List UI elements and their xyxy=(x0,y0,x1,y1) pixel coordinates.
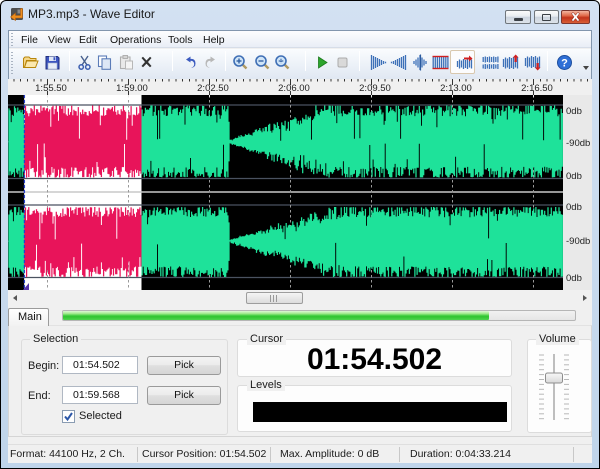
svg-text:2:13.00: 2:13.00 xyxy=(440,83,472,94)
svg-text:2:16.50: 2:16.50 xyxy=(521,83,553,94)
svg-text:1:59.00: 1:59.00 xyxy=(116,83,148,94)
svg-text:2:06.00: 2:06.00 xyxy=(278,83,310,94)
svg-text:2:02.50: 2:02.50 xyxy=(197,83,229,94)
svg-text:?: ? xyxy=(561,58,568,70)
svg-text:2:09.50: 2:09.50 xyxy=(359,83,391,94)
svg-text:1:55.50: 1:55.50 xyxy=(35,83,67,94)
